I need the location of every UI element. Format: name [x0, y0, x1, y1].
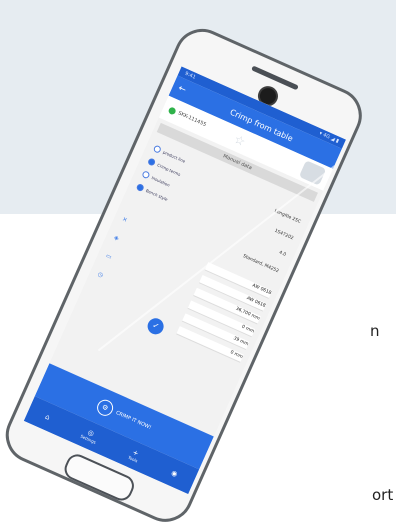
nav-settings[interactable]: ◎ Settings [80, 426, 100, 444]
phone-speaker [251, 65, 299, 91]
option-label: product line [162, 149, 187, 164]
value-crimp-terms[interactable]: 1S47202 [274, 229, 294, 242]
side-text-fragment-bottom: ort [372, 486, 394, 504]
info-fab-button[interactable]: ✓ [145, 315, 167, 337]
nav-home[interactable]: ⌂ [44, 412, 51, 421]
radio-icon[interactable] [152, 144, 162, 154]
option-label: Bench style [145, 187, 169, 202]
star-icon[interactable]: ☆ [232, 132, 248, 149]
crimp-button-label: CRIMP IT NOW! [114, 409, 153, 431]
crimp-icon: ◈ [112, 234, 120, 243]
side-text-fragment: n [370, 322, 380, 340]
value-bench-style[interactable]: Standard, M4252 [242, 254, 279, 274]
timer-icon: ◷ [96, 270, 105, 280]
home-icon: ⌂ [43, 412, 52, 422]
length-icon: ▭ [104, 252, 113, 262]
device-id: SKK-111455 [177, 110, 208, 129]
profile-icon: ◉ [170, 468, 179, 479]
option-label: Insulation [150, 175, 171, 188]
radio-icon[interactable] [141, 170, 151, 180]
wire-icon: ✕ [120, 215, 129, 225]
radio-icon[interactable] [135, 182, 145, 193]
nav-add[interactable]: + Tools [127, 447, 141, 463]
crimp-icon: ⚙ [94, 397, 116, 419]
value-insulation[interactable]: 4.0 [278, 250, 287, 257]
connected-status-icon [167, 105, 177, 116]
option-label: Crimp terms [156, 162, 182, 178]
radio-icon[interactable] [146, 157, 157, 167]
nav-profile[interactable]: ◉ [170, 468, 179, 478]
